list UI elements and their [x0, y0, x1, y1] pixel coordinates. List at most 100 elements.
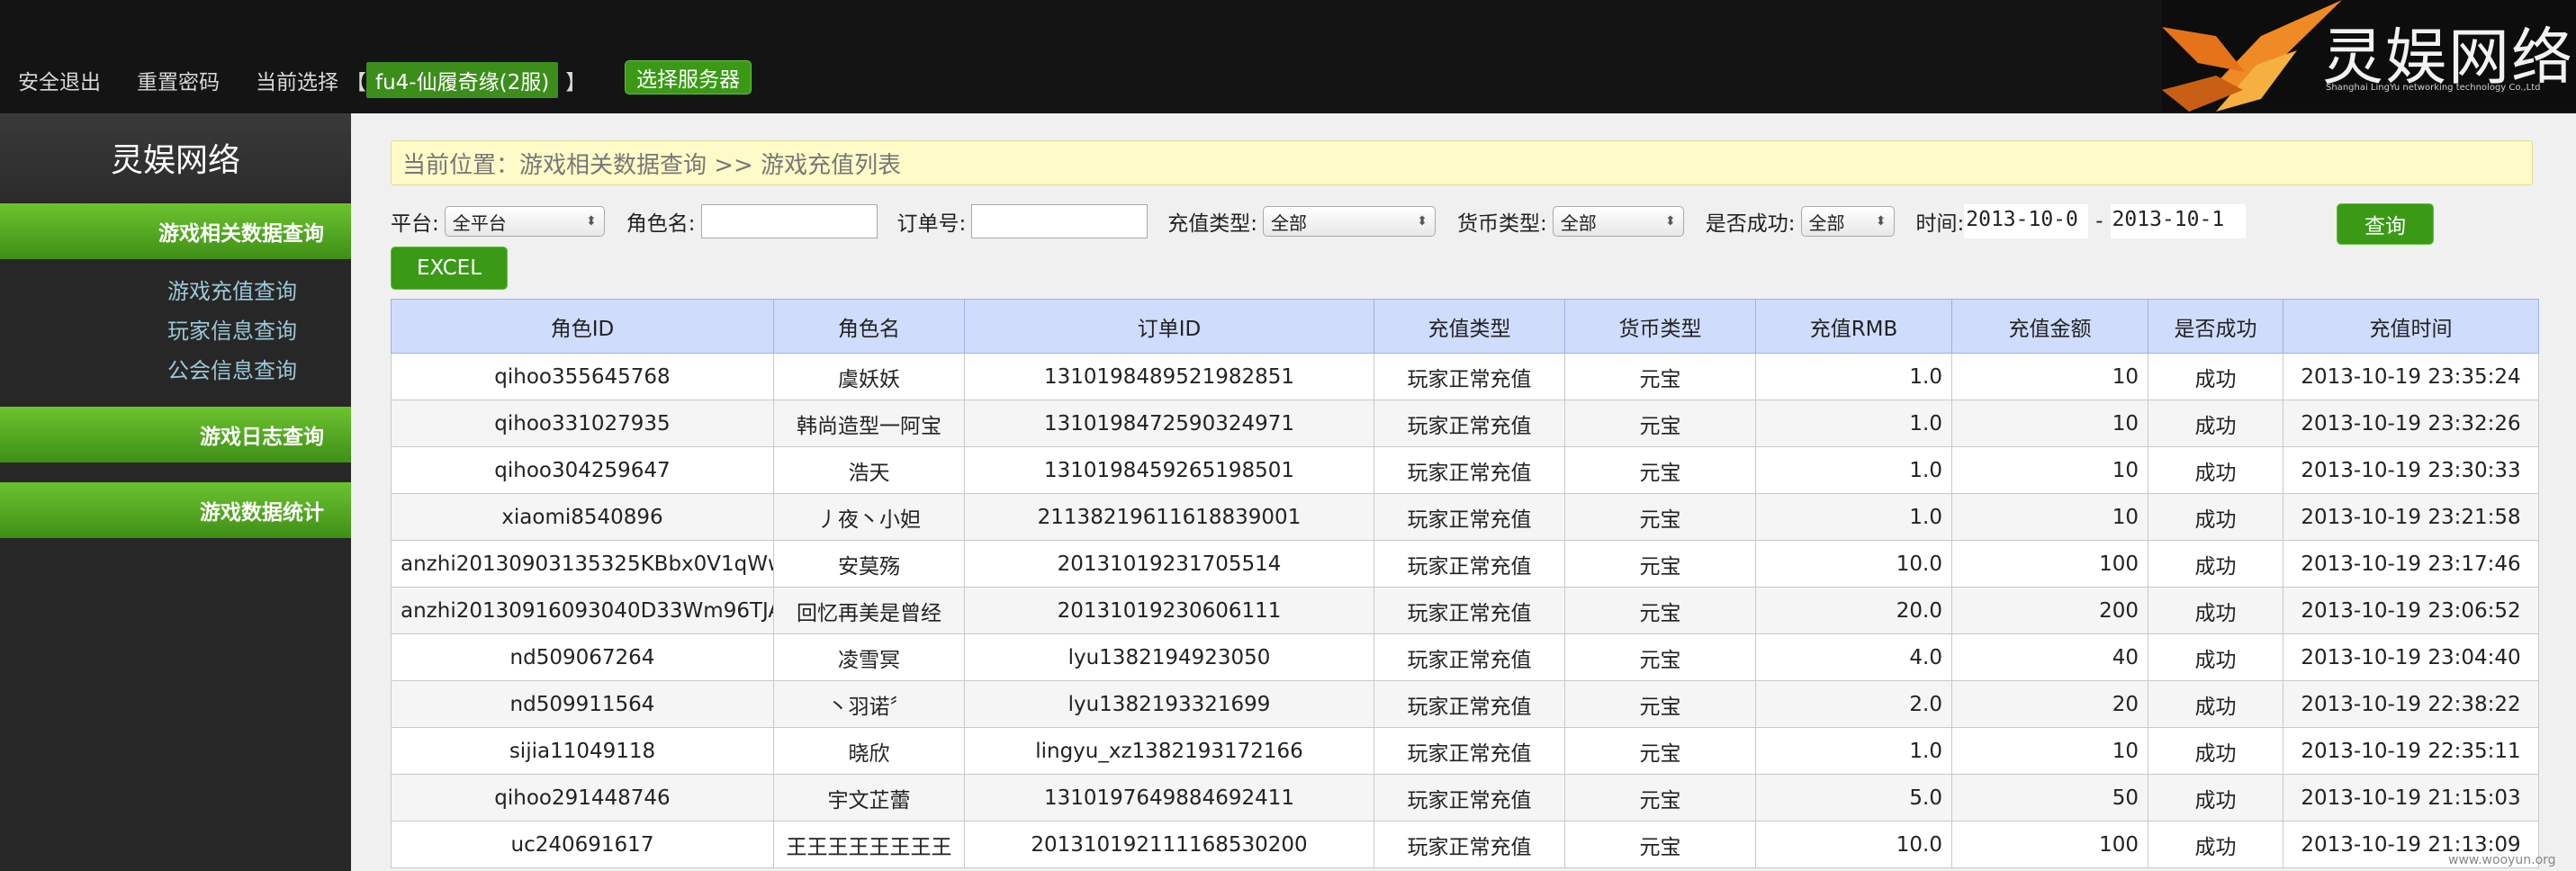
cell-role-id: nd509911564 — [391, 680, 774, 728]
sidebar-item-player-info-query[interactable]: 玩家信息查询 — [0, 313, 297, 345]
cell-recharge-type: 玩家正常充值 — [1374, 821, 1565, 868]
cell-is-success: 成功 — [2148, 446, 2283, 494]
select-arrows-icon: ⬍ — [1417, 214, 1428, 229]
cell-recharge-time: 2013-10-19 22:35:11 — [2283, 727, 2539, 775]
cell-role-name: 凌雪冥 — [773, 633, 965, 681]
success-select[interactable]: 全部 ⬍ — [1800, 206, 1895, 237]
column-header-role-id: 角色ID — [391, 299, 774, 354]
currency-type-select-value: 全部 — [1560, 211, 1597, 234]
cell-recharge-rmb: 4.0 — [1755, 633, 1952, 681]
cell-recharge-amount: 40 — [1951, 633, 2148, 681]
cell-recharge-rmb: 1.0 — [1755, 493, 1952, 541]
filter-bar: 平台: 全平台 ⬍ 角色名: 订单号: 充值类型: 全部 ⬍ 货币类型: 全部 … — [391, 201, 2246, 242]
table-header-row: 角色ID 角色名 订单ID 充值类型 货币类型 充值RMB 充值金额 是否成功 充值时间 — [391, 299, 2539, 354]
sidebar-item-recharge-query[interactable]: 游戏充值查询 — [0, 274, 297, 305]
select-arrows-icon: ⬍ — [1875, 214, 1887, 229]
cell-recharge-rmb: 1.0 — [1755, 446, 1952, 494]
cell-role-id: qihoo304259647 — [391, 446, 774, 494]
reset-password-link[interactable]: 重置密码 — [137, 65, 220, 95]
cell-order-id: 1310198472590324971 — [964, 400, 1374, 447]
recharge-type-select[interactable]: 全部 ⬍ — [1263, 206, 1436, 237]
nav-group-game-log-query[interactable]: 游戏日志查询 — [0, 407, 351, 462]
sidebar: 灵娱网络 游戏相关数据查询 游戏充值查询 玩家信息查询 公会信息查询 游戏日志查… — [0, 113, 351, 871]
watermark: www.wooyun.org — [2448, 853, 2556, 867]
order-no-input[interactable] — [971, 204, 1148, 238]
top-links: 安全退出 重置密码 当前选择 【 fu4-仙履奇缘(2服) 】 — [18, 59, 593, 101]
cell-recharge-type: 玩家正常充值 — [1374, 493, 1565, 541]
cell-recharge-amount: 10 — [1951, 493, 2148, 541]
main-content: 当前位置：游戏相关数据查询 >> 游戏充值列表 平台: 全平台 ⬍ 角色名: 订… — [351, 113, 2576, 871]
currency-type-select[interactable]: 全部 ⬍ — [1552, 206, 1684, 237]
cell-role-name: 晓欣 — [773, 727, 965, 775]
cell-recharge-type: 玩家正常充值 — [1374, 727, 1565, 775]
cell-currency-type: 元宝 — [1564, 493, 1756, 541]
platform-select[interactable]: 全平台 ⬍ — [444, 206, 605, 237]
cell-currency-type: 元宝 — [1564, 540, 1756, 588]
cell-order-id: 1310198489521982851 — [964, 353, 1374, 400]
cell-recharge-amount: 100 — [1951, 540, 2148, 588]
logo-mark-icon — [2162, 0, 2342, 112]
table-row: qihoo331027935 韩尚造型一阿宝 1310198472590324971… — [391, 400, 2539, 447]
platform-label: 平台: — [391, 212, 439, 236]
cell-order-id: 1310197649884692411 — [964, 774, 1374, 822]
cell-role-id: uc240691617 — [391, 821, 774, 868]
cell-role-id: anzhi20130903135325KBbx0V1qWw — [391, 540, 774, 588]
cell-recharge-rmb: 2.0 — [1755, 680, 1952, 728]
table-body: qihoo355645768 虞妖妖 1310198489521982851 玩家正常… — [391, 353, 2539, 868]
currency-type-label: 货币类型: — [1457, 212, 1547, 236]
bracket-open: 【 — [346, 71, 366, 94]
table-row: anzhi20130903135325KBbx0V1qWw 安莫殇 20131019… — [391, 540, 2539, 588]
cell-order-id: lyu1382193321699 — [964, 680, 1374, 728]
top-bar: 安全退出 重置密码 当前选择 【 fu4-仙履奇缘(2服) 】 选择服务器 灵娱… — [0, 0, 2576, 113]
column-header-recharge-time: 充值时间 — [2283, 299, 2539, 354]
cell-recharge-amount: 20 — [1951, 680, 2148, 728]
cell-recharge-rmb: 10.0 — [1755, 821, 1952, 868]
cell-recharge-rmb: 1.0 — [1755, 353, 1952, 400]
table-row: uc240691617 王王王王王王王王 20131019211116853​020… — [391, 821, 2539, 868]
order-no-label: 订单号: — [896, 212, 967, 236]
date-from-input[interactable]: 2013-10-0 — [1964, 204, 2089, 238]
cell-recharge-type: 玩家正常充值 — [1374, 680, 1565, 728]
logout-link[interactable]: 安全退出 — [18, 65, 101, 95]
cell-role-name: 丶羽诺〞 — [773, 680, 965, 728]
column-header-is-success: 是否成功 — [2148, 299, 2283, 354]
cell-recharge-time: 2013-10-19 23:17:46 — [2283, 540, 2539, 588]
cell-recharge-rmb: 5.0 — [1755, 774, 1952, 822]
cell-role-id: qihoo355645768 — [391, 353, 774, 400]
cell-is-success: 成功 — [2148, 633, 2283, 681]
table-row: qihoo355645768 虞妖妖 1310198489521982851 玩家正常… — [391, 353, 2539, 400]
cell-recharge-time: 2013-10-19 23:32:26 — [2283, 400, 2539, 447]
cell-recharge-time: 2013-10-19 23:04:40 — [2283, 633, 2539, 681]
cell-is-success: 成功 — [2148, 680, 2283, 728]
date-to-input[interactable]: 2013-10-1 — [2110, 204, 2246, 238]
excel-export-button[interactable]: EXCEL — [391, 247, 508, 290]
select-arrows-icon: ⬍ — [1665, 214, 1676, 229]
cell-is-success: 成功 — [2148, 727, 2283, 775]
role-name-input[interactable] — [700, 204, 878, 238]
select-arrows-icon: ⬍ — [586, 214, 597, 229]
query-button[interactable]: 查询 — [2337, 203, 2434, 245]
recharge-type-select-value: 全部 — [1271, 211, 1307, 234]
role-name-label: 角色名: — [626, 212, 696, 236]
date-separator: - — [2095, 210, 2103, 233]
cell-order-id: 20131019230606111 — [964, 587, 1374, 634]
cell-role-name: 安莫殇 — [773, 540, 965, 588]
table-row: qihoo304259647 浩天 1310198459265198501 玩家正常充… — [391, 446, 2539, 494]
cell-order-id: 20131019211116853​0200 — [964, 821, 1374, 868]
cell-role-name: 丿夜丶小妲 — [773, 493, 965, 541]
select-server-button[interactable]: 选择服务器 — [625, 60, 752, 94]
cell-recharge-rmb: 10.0 — [1755, 540, 1952, 588]
cell-recharge-amount: 10 — [1951, 446, 2148, 494]
cell-currency-type: 元宝 — [1564, 446, 1756, 494]
cell-currency-type: 元宝 — [1564, 353, 1756, 400]
table-row: nd509067264 凌雪冥 lyu1382194923050 玩家正常充值 元宝 4.… — [391, 633, 2539, 681]
sidebar-title: 灵娱网络 — [0, 113, 351, 202]
cell-currency-type: 元宝 — [1564, 680, 1756, 728]
sidebar-item-guild-info-query[interactable]: 公会信息查询 — [0, 353, 297, 384]
cell-currency-type: 元宝 — [1564, 587, 1756, 634]
cell-is-success: 成功 — [2148, 821, 2283, 868]
nav-group-game-data-stats[interactable]: 游戏数据统计 — [0, 482, 351, 538]
nav-group-game-data-query[interactable]: 游戏相关数据查询 — [0, 203, 351, 259]
table-row: anzhi20130916093040D33Wm96TJA 回忆再美是曾经 2013… — [391, 587, 2539, 634]
recharge-type-label: 充值类型: — [1167, 212, 1257, 236]
